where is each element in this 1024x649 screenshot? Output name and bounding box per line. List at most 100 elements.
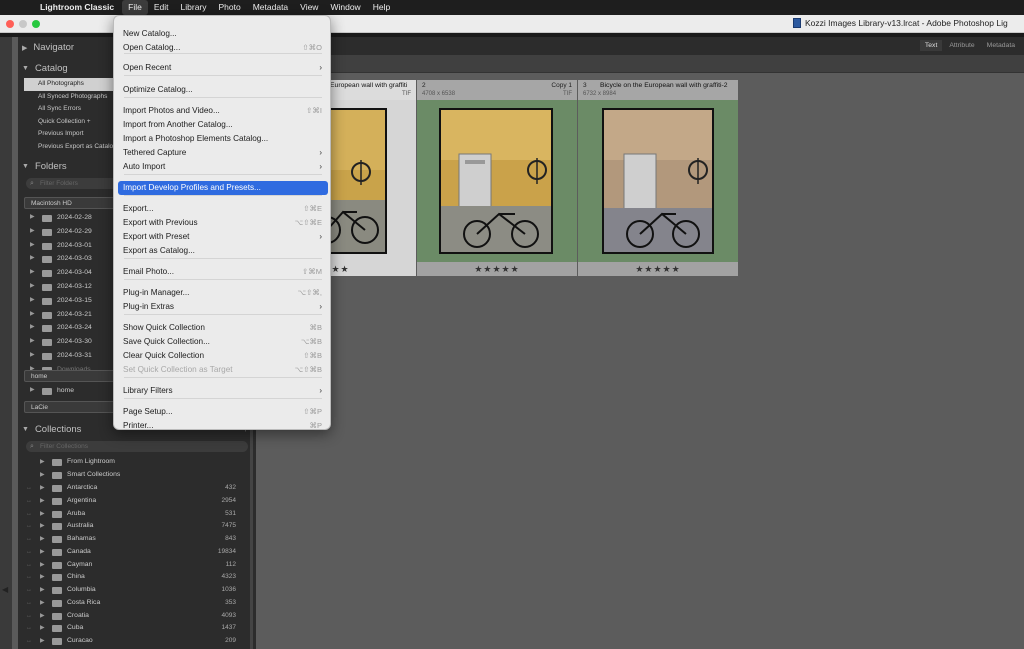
search-icon: ⌕ (30, 180, 34, 187)
collection-count: 432 (225, 484, 236, 491)
collection-row[interactable]: ↔ ▶ Columbia 1036 (22, 584, 248, 597)
disclosure-icon[interactable]: ▶ (30, 384, 35, 398)
disclosure-icon[interactable]: ▶ (30, 252, 35, 266)
menu-item-open-recent[interactable]: Open Recent › (118, 61, 328, 75)
menu-edit[interactable]: Edit (148, 0, 175, 15)
disclosure-icon[interactable]: ▶ (30, 225, 35, 239)
menu-item-clear-quick-collection[interactable]: Clear Quick Collection ⇧⌘B (118, 349, 328, 363)
disclosure-icon[interactable]: ▶ (30, 308, 35, 322)
menu-item-page-setup[interactable]: Page Setup... ⇧⌘P (118, 405, 328, 419)
disclosure-icon[interactable]: ▶ (30, 349, 35, 363)
menu-item-show-quick-collection[interactable]: Show Quick Collection ⌘B (118, 321, 328, 335)
left-panel-edge[interactable]: ◀ (0, 37, 12, 649)
thumbnail-image[interactable] (602, 108, 714, 254)
menu-item-plug-in-manager[interactable]: Plug-in Manager... ⌥⇧⌘, (118, 286, 328, 300)
disclosure-icon[interactable]: ▶ (40, 482, 45, 495)
star-rating[interactable]: ★★★★★ (578, 262, 738, 276)
menu-help[interactable]: Help (367, 0, 396, 15)
disclosure-icon[interactable]: ▶ (30, 321, 35, 335)
menu-library[interactable]: Library (175, 0, 213, 15)
collection-row[interactable]: ↔ ▶ Curacao 209 (22, 635, 248, 648)
close-window-button[interactable] (6, 20, 14, 28)
collection-row[interactable]: ↔ ▶ Argentina 2954 (22, 495, 248, 508)
menu-item-shortcut: ⇧⌘I (306, 106, 322, 115)
tab-text[interactable]: Text (919, 40, 943, 51)
disclosure-icon[interactable]: ▶ (40, 571, 45, 584)
collection-row[interactable]: ↔ ▶ Costa Rica 353 (22, 597, 248, 610)
disclosure-icon[interactable]: ▶ (40, 584, 45, 597)
tab-metadata[interactable]: Metadata (982, 40, 1020, 51)
menu-item-label: Library Filters (123, 386, 173, 395)
grid-cell[interactable]: 3 Bicycle on the European wall with graf… (578, 80, 738, 276)
disclosure-icon[interactable]: ▶ (30, 211, 35, 225)
collection-row[interactable]: ↔ ▶ Australia 7475 (22, 520, 248, 533)
disclosure-icon[interactable]: ▶ (40, 546, 45, 559)
disclosure-icon[interactable]: ▶ (30, 239, 35, 253)
minimize-window-button[interactable] (19, 20, 27, 28)
disclosure-icon[interactable]: ▶ (40, 508, 45, 521)
disclosure-icon[interactable]: ▶ (40, 469, 45, 482)
filter-tabs: Text Attribute Metadata (919, 40, 1020, 51)
menu-metadata[interactable]: Metadata (247, 0, 294, 15)
menu-window[interactable]: Window (324, 0, 366, 15)
disclosure-icon[interactable]: ▶ (40, 495, 45, 508)
zoom-window-button[interactable] (32, 20, 40, 28)
disclosure-icon[interactable]: ▶ (40, 559, 45, 572)
menu-item-tethered-capture[interactable]: Tethered Capture › (118, 146, 328, 160)
menu-item-new-catalog[interactable]: New Catalog... (118, 27, 328, 41)
menu-item-email-photo[interactable]: Email Photo... ⇧⌘M (118, 265, 328, 279)
folder-icon (42, 215, 52, 222)
collapse-left-icon[interactable]: ◀ (2, 585, 8, 594)
disclosure-icon[interactable]: ▶ (40, 597, 45, 610)
disclosure-icon[interactable]: ▶ (40, 622, 45, 635)
menu-item-export-with-preset[interactable]: Export with Preset › (118, 230, 328, 244)
menu-item-set-quick-collection-as-target[interactable]: Set Quick Collection as Target ⌥⇧⌘B (118, 363, 328, 377)
menu-item-export[interactable]: Export... ⇧⌘E (118, 202, 328, 216)
disclosure-icon[interactable]: ▶ (40, 635, 45, 648)
collection-row[interactable]: ↔ ▶ Croatia 4093 (22, 610, 248, 623)
disclosure-icon[interactable]: ▶ (40, 520, 45, 533)
grid-cell[interactable]: 2 4708 x 6538 Copy 1 TIF ★★★★★ (417, 80, 577, 276)
star-rating[interactable]: ★★★★★ (417, 262, 577, 276)
disclosure-icon[interactable]: ▶ (40, 456, 45, 469)
menu-item-import-a-photoshop-elements-catalog[interactable]: Import a Photoshop Elements Catalog... (118, 132, 328, 146)
menu-item-export-with-previous[interactable]: Export with Previous ⌥⇧⌘E (118, 216, 328, 230)
disclosure-icon[interactable]: ▶ (40, 610, 45, 623)
menu-item-plug-in-extras[interactable]: Plug-in Extras › (118, 300, 328, 314)
collection-row[interactable]: ↔ ▶ China 4323 (22, 571, 248, 584)
menu-item-import-photos-and-video[interactable]: Import Photos and Video... ⇧⌘I (118, 104, 328, 118)
menu-item-label: Page Setup... (123, 407, 173, 416)
menu-item-library-filters[interactable]: Library Filters › (118, 384, 328, 398)
menu-photo[interactable]: Photo (213, 0, 247, 15)
menu-view[interactable]: View (294, 0, 324, 15)
menu-item-auto-import[interactable]: Auto Import › (118, 160, 328, 174)
disclosure-icon[interactable]: ▶ (30, 280, 35, 294)
menu-item-optimize-catalog[interactable]: Optimize Catalog... (118, 83, 328, 97)
menu-item-open-catalog[interactable]: Open Catalog... ⇧⌘O (118, 41, 328, 55)
collection-set-from-lightroom[interactable]: ▶ From Lightroom (22, 456, 248, 469)
menu-item-export-as-catalog[interactable]: Export as Catalog... (118, 244, 328, 258)
collection-row[interactable]: ↔ ▶ Cayman 112 (22, 559, 248, 572)
menu-item-printer[interactable]: Printer... ⌘P (118, 419, 328, 433)
collection-row[interactable]: ↔ ▶ Aruba 531 (22, 508, 248, 521)
disclosure-icon[interactable]: ▶ (30, 294, 35, 308)
collections-filter-input[interactable]: ⌕ Filter Collections (26, 441, 248, 452)
left-panel-scrollbar[interactable] (250, 430, 253, 649)
navigator-label: Navigator (33, 42, 75, 53)
menu-item-import-from-another-catalog[interactable]: Import from Another Catalog... (118, 118, 328, 132)
menu-file[interactable]: File (122, 0, 148, 15)
tab-attribute[interactable]: Attribute (944, 40, 979, 51)
collection-row[interactable]: ↔ ▶ Bahamas 843 (22, 533, 248, 546)
collection-row[interactable]: ↔ ▶ Canada 19834 (22, 546, 248, 559)
disclosure-icon[interactable]: ▶ (30, 335, 35, 349)
app-menu[interactable]: Lightroom Classic (34, 0, 122, 15)
menu-item-save-quick-collection[interactable]: Save Quick Collection... ⌥⌘B (118, 335, 328, 349)
collection-row[interactable]: ↔ ▶ Antarctica 432 (22, 482, 248, 495)
collection-set-smart-collections[interactable]: ▶ Smart Collections (22, 469, 248, 482)
thumbnail-image[interactable] (439, 108, 553, 254)
menu-item-import-develop-profiles-and-presets[interactable]: Import Develop Profiles and Presets... (118, 181, 328, 195)
disclosure-icon[interactable]: ▶ (40, 533, 45, 546)
collection-row[interactable]: ↔ ▶ Cuba 1437 (22, 622, 248, 635)
disclosure-icon[interactable]: ▶ (30, 266, 35, 280)
collections-filter-placeholder: Filter Collections (40, 443, 89, 450)
